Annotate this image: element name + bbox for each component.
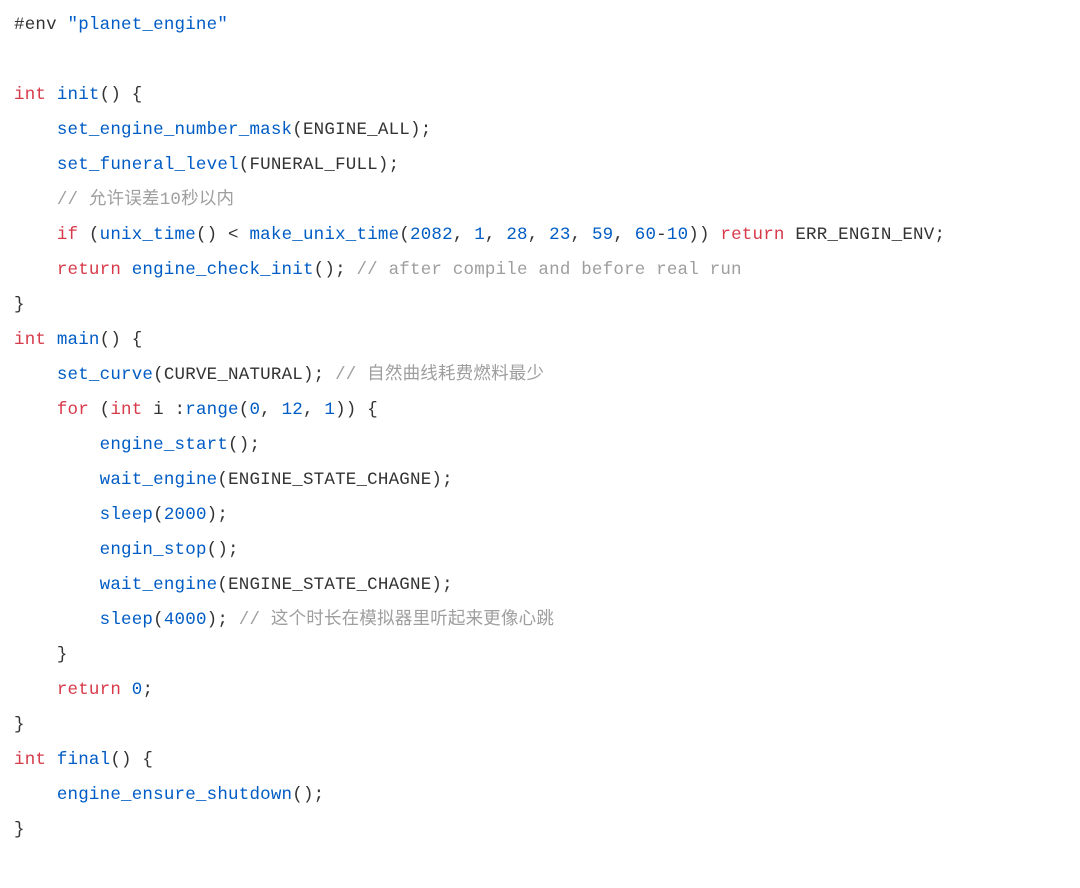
punct: ); xyxy=(431,575,452,595)
num-28: 28 xyxy=(506,225,527,245)
fn-engin-stop: engin_stop xyxy=(100,540,207,560)
kw-int: int xyxy=(14,750,46,770)
punct: , xyxy=(453,225,474,245)
punct: (); xyxy=(228,435,260,455)
num-2000: 2000 xyxy=(164,505,207,525)
fn-init: init xyxy=(57,85,100,105)
punct: , xyxy=(571,225,592,245)
num-2082: 2082 xyxy=(410,225,453,245)
punct: , xyxy=(485,225,506,245)
punct: } xyxy=(14,295,25,315)
punct: ); xyxy=(303,365,324,385)
punct: ( xyxy=(153,505,164,525)
code-block: #env "planet_engine" int init() { set_en… xyxy=(0,0,1080,856)
num-4000: 4000 xyxy=(164,610,207,630)
fn-range: range xyxy=(185,400,239,420)
kw-return: return xyxy=(57,260,121,280)
punct: )) xyxy=(688,225,720,245)
punct: ( xyxy=(100,400,111,420)
punct: , xyxy=(528,225,549,245)
punct: (); xyxy=(292,785,324,805)
comment-after-compile: // after compile and before real run xyxy=(356,260,741,280)
punct: , xyxy=(303,400,324,420)
punct: ); xyxy=(207,610,228,630)
var-i: i xyxy=(153,400,164,420)
const-engine-state-chagne: ENGINE_STATE_CHAGNE xyxy=(228,575,431,595)
comment-heartbeat: // 这个时长在模拟器里听起来更像心跳 xyxy=(239,610,554,630)
punct: () { xyxy=(110,750,153,770)
num-0: 0 xyxy=(249,400,260,420)
punct: , xyxy=(260,400,281,420)
fn-sleep: sleep xyxy=(100,610,154,630)
punct: () { xyxy=(100,330,143,350)
fn-unix-time: unix_time xyxy=(100,225,196,245)
punct: ); xyxy=(378,155,399,175)
const-funeral-full: FUNERAL_FULL xyxy=(249,155,377,175)
num-23: 23 xyxy=(549,225,570,245)
num-59: 59 xyxy=(592,225,613,245)
punct: () { xyxy=(100,85,143,105)
num-60: 60 xyxy=(635,225,656,245)
fn-wait-engine: wait_engine xyxy=(100,470,218,490)
punct: , xyxy=(613,225,634,245)
punct: ); xyxy=(207,505,228,525)
punct: ( xyxy=(292,120,303,140)
kw-return: return xyxy=(720,225,784,245)
fn-make-unix-time: make_unix_time xyxy=(249,225,399,245)
fn-final: final xyxy=(57,750,111,770)
punct: ); xyxy=(410,120,431,140)
fn-main: main xyxy=(57,330,100,350)
num-12: 12 xyxy=(282,400,303,420)
string-planet-engine: "planet_engine" xyxy=(68,15,229,35)
const-engine-state-chagne: ENGINE_STATE_CHAGNE xyxy=(228,470,431,490)
comment-allow-10s: // 允许误差10秒以内 xyxy=(57,190,234,210)
kw-int: int xyxy=(14,85,46,105)
const-engine-all: ENGINE_ALL xyxy=(303,120,410,140)
punct: ( xyxy=(399,225,410,245)
num-0: 0 xyxy=(132,680,143,700)
comment-natural-curve: // 自然曲线耗费燃料最少 xyxy=(335,365,544,385)
fn-set-engine-number-mask: set_engine_number_mask xyxy=(57,120,292,140)
fn-set-funeral-level: set_funeral_level xyxy=(57,155,239,175)
punct: ( xyxy=(153,365,164,385)
const-curve-natural: CURVE_NATURAL xyxy=(164,365,303,385)
punct: (); xyxy=(314,260,346,280)
kw-if: if xyxy=(57,225,78,245)
punct: ; xyxy=(934,225,945,245)
const-err-engin-env: ERR_ENGIN_ENV xyxy=(795,225,934,245)
punct: } xyxy=(14,715,25,735)
punct: } xyxy=(14,820,25,840)
preproc-env: #env xyxy=(14,15,57,35)
num-1: 1 xyxy=(324,400,335,420)
punct: : xyxy=(164,400,185,420)
punct: ( xyxy=(239,400,250,420)
punct: )) { xyxy=(335,400,378,420)
punct: (); xyxy=(207,540,239,560)
punct: } xyxy=(57,645,68,665)
punct: ( xyxy=(153,610,164,630)
punct: ( xyxy=(217,575,228,595)
punct: () xyxy=(196,225,217,245)
fn-set-curve: set_curve xyxy=(57,365,153,385)
punct: ( xyxy=(239,155,250,175)
fn-sleep: sleep xyxy=(100,505,154,525)
kw-for: for xyxy=(57,400,89,420)
punct: ( xyxy=(89,225,100,245)
fn-engine-ensure-shutdown: engine_ensure_shutdown xyxy=(57,785,292,805)
punct: ; xyxy=(142,680,153,700)
kw-int: int xyxy=(14,330,46,350)
num-10: 10 xyxy=(667,225,688,245)
fn-engine-start: engine_start xyxy=(100,435,228,455)
punct: ( xyxy=(217,470,228,490)
punct: < xyxy=(217,225,249,245)
punct: - xyxy=(656,225,667,245)
punct: ); xyxy=(431,470,452,490)
fn-engine-check-init: engine_check_init xyxy=(132,260,314,280)
fn-wait-engine: wait_engine xyxy=(100,575,218,595)
kw-int: int xyxy=(110,400,142,420)
kw-return: return xyxy=(57,680,121,700)
num-1: 1 xyxy=(474,225,485,245)
